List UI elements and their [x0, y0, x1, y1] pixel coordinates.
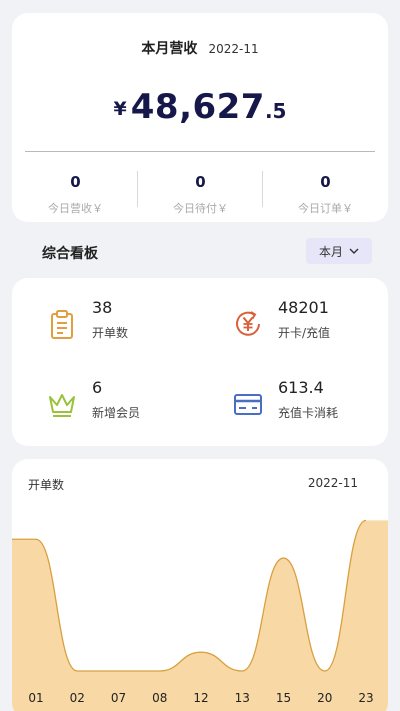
metric-orders[interactable]: 38 开单数	[46, 298, 206, 352]
stat-today-orders[interactable]: 0 今日订单￥	[263, 173, 388, 216]
metric-value: 613.4	[278, 378, 324, 397]
yuan-refresh-icon	[236, 311, 260, 336]
x-tick-label: 08	[152, 691, 167, 705]
metric-label: 开单数	[92, 326, 129, 340]
chart-card: 开单数 2022-11 01 02 07 08 12 13 15 20 23	[12, 459, 388, 711]
metric-value: 6	[92, 378, 103, 397]
period-dropdown-value: 本月	[318, 244, 343, 259]
x-tick-label: 07	[111, 691, 126, 705]
crown-icon	[49, 394, 75, 417]
metric-value: 38	[92, 298, 113, 317]
metric-label: 充值卡消耗	[278, 406, 339, 420]
revenue-header: 本月营收 2022-11	[12, 38, 388, 58]
stat-today-revenue[interactable]: 0 今日营收￥	[13, 173, 138, 216]
metric-value: 48201	[278, 298, 329, 317]
x-tick-label: 23	[358, 691, 373, 705]
metric-label: 开卡/充值	[278, 326, 331, 340]
stat-label: 今日待付￥	[173, 202, 228, 215]
stat-value: 0	[70, 173, 81, 191]
revenue-date: 2022-11	[208, 42, 259, 56]
period-dropdown[interactable]: 本月	[306, 238, 372, 264]
revenue-amount-integer: 48,627	[130, 87, 265, 127]
metric-new-members[interactable]: 6 新增会员	[46, 378, 206, 432]
clipboard-icon	[51, 310, 73, 339]
card-icon	[234, 394, 262, 415]
x-tick-label: 13	[235, 691, 250, 705]
revenue-amount-decimal: .5	[264, 99, 287, 123]
stat-today-pending[interactable]: 0 今日待付￥	[138, 173, 263, 216]
area-chart: 01 02 07 08 12 13 15 20 23	[12, 519, 388, 711]
revenue-title: 本月营收	[141, 41, 198, 57]
x-tick-label: 20	[317, 691, 332, 705]
metric-card-recharge[interactable]: 48201 开卡/充值	[232, 298, 392, 352]
currency-symbol: ¥	[113, 98, 127, 120]
x-tick-label: 01	[28, 691, 43, 705]
dashboard-title: 综合看板	[42, 246, 98, 262]
divider	[25, 151, 375, 152]
revenue-card: 本月营收 2022-11 ¥48,627.5 0 今日营收￥ 0 今日待付￥ 0…	[12, 13, 388, 222]
stat-value: 0	[320, 173, 331, 191]
stat-value: 0	[195, 173, 206, 191]
metric-card-consumption[interactable]: 613.4 充值卡消耗	[232, 378, 392, 432]
stat-label: 今日订单￥	[298, 202, 353, 215]
chevron-down-icon	[349, 248, 359, 254]
chart-line	[12, 519, 367, 672]
x-tick-label: 02	[70, 691, 85, 705]
metric-label: 新增会员	[92, 406, 141, 420]
metrics-card: 38 开单数 48201 开卡/充值 6 新增会员 613.4 充值卡消耗	[12, 278, 388, 446]
chart-area	[12, 520, 388, 711]
stat-label: 今日营收￥	[48, 202, 103, 215]
revenue-amount: ¥48,627.5	[12, 87, 388, 127]
x-tick-label: 15	[276, 691, 291, 705]
x-tick-label: 12	[193, 691, 208, 705]
